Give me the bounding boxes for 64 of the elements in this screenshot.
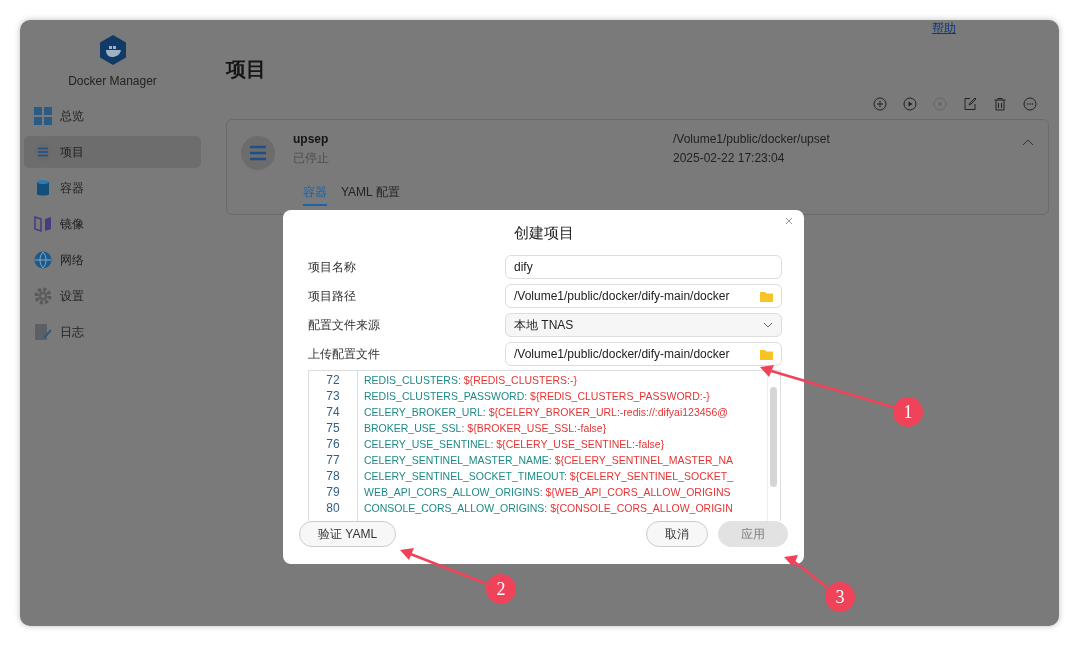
folder-icon[interactable] [760, 348, 773, 360]
help-link[interactable]: 帮助 [932, 20, 956, 40]
whale-logo-icon [97, 34, 128, 66]
project-path: /Volume1/public/docker/upset [673, 132, 831, 146]
play-icon[interactable] [903, 97, 917, 111]
sidebar-item[interactable]: 镜像 [24, 208, 201, 240]
code-line: CONSOLE_CORS_ALLOW_ORIGINS: ${CONSOLE_CORS_ALLOW_ORIGIN [364, 501, 733, 516]
select-field[interactable]: 本地 TNAS [505, 313, 782, 337]
path-field[interactable]: /Volume1/public/docker/dify-main/docker [505, 342, 782, 366]
line-number: 75 [326, 420, 340, 436]
chevron-icon [763, 322, 773, 328]
line-number: 79 [326, 484, 340, 500]
field-label: 上传配置文件 [308, 345, 381, 363]
document-icon [34, 323, 52, 341]
sidebar-item[interactable]: 项目 [24, 136, 201, 168]
field-label: 配置文件来源 [308, 316, 381, 334]
page-title: 项目 [226, 57, 267, 82]
line-number: 72 [326, 372, 340, 388]
code-line: CELERY_SENTINEL_SOCKET_TIMEOUT: ${CELERY_SENTINEL_SOCKET_ [364, 469, 733, 484]
line-number: 80 [326, 500, 340, 516]
line-number: 73 [326, 388, 340, 404]
list-icon [241, 136, 275, 170]
cylinder-icon [34, 179, 52, 197]
sidebar-item[interactable]: 容器 [24, 172, 201, 204]
code-line: CELERY_USE_SENTINEL: ${CELERY_USE_SENTINEL:-false} [364, 437, 665, 452]
scrollbar-thumb[interactable] [770, 387, 777, 487]
dialog-title: 创建项目 [512, 224, 575, 243]
sidebar-item[interactable]: 日志 [24, 316, 201, 348]
code-line: REDIS_CLUSTERS: ${REDIS_CLUSTERS:-} [364, 373, 577, 388]
code-editor[interactable] [308, 370, 781, 521]
folder-icon[interactable] [760, 290, 773, 302]
line-number: 77 [326, 452, 340, 468]
project-time: 2025-02-22 17:23:04 [673, 151, 786, 165]
sidebar-item[interactable]: 总览 [24, 100, 201, 132]
code-line: CELERY_BROKER_URL: ${CELERY_BROKER_URL:-redis://:difyai123456@ [364, 405, 728, 420]
code-line: CELERY_SENTINEL_MASTER_NAME: ${CELERY_SENTINEL_MASTER_NA [364, 453, 733, 468]
project-name: upsep [293, 132, 330, 146]
sidebar-item[interactable]: 网络 [24, 244, 201, 276]
code-line: BROKER_USE_SSL: ${BROKER_USE_SSL:-false} [364, 421, 607, 436]
callout-arrow [784, 555, 829, 589]
cancel-button[interactable]: 取消 [646, 521, 708, 547]
app-name: Docker Manager [68, 74, 157, 88]
grid-icon [34, 107, 52, 125]
globe-icon [34, 251, 52, 269]
trash-icon[interactable] [993, 97, 1007, 111]
code-line: WEB_API_CORS_ALLOW_ORIGINS: ${WEB_API_CORS_ALLOW_ORIGINS [364, 485, 731, 500]
more-icon[interactable] [1023, 97, 1037, 111]
field-label: 项目路径 [308, 287, 357, 305]
line-number: 78 [326, 468, 340, 484]
line-number: 74 [326, 404, 340, 420]
close-icon[interactable] [785, 217, 793, 225]
line-number: 76 [326, 436, 340, 452]
tab[interactable]: YAML 配置 [341, 184, 400, 206]
chevron-icon[interactable] [1022, 138, 1034, 146]
path-field[interactable]: /Volume1/public/docker/dify-main/docker [505, 284, 782, 308]
code-line: REDIS_CLUSTERS_PASSWORD: ${REDIS_CLUSTERS_PASSWORD:-} [364, 389, 710, 404]
frames-icon [34, 215, 52, 233]
field-label: 项目名称 [308, 258, 357, 276]
sidebar-item[interactable]: 设置 [24, 280, 201, 312]
add-icon[interactable] [873, 97, 887, 111]
validate-button[interactable]: 验证 YAML [299, 521, 397, 547]
edit-icon[interactable] [963, 97, 977, 111]
gear-icon [34, 287, 52, 305]
input-field[interactable]: dify [505, 255, 782, 279]
